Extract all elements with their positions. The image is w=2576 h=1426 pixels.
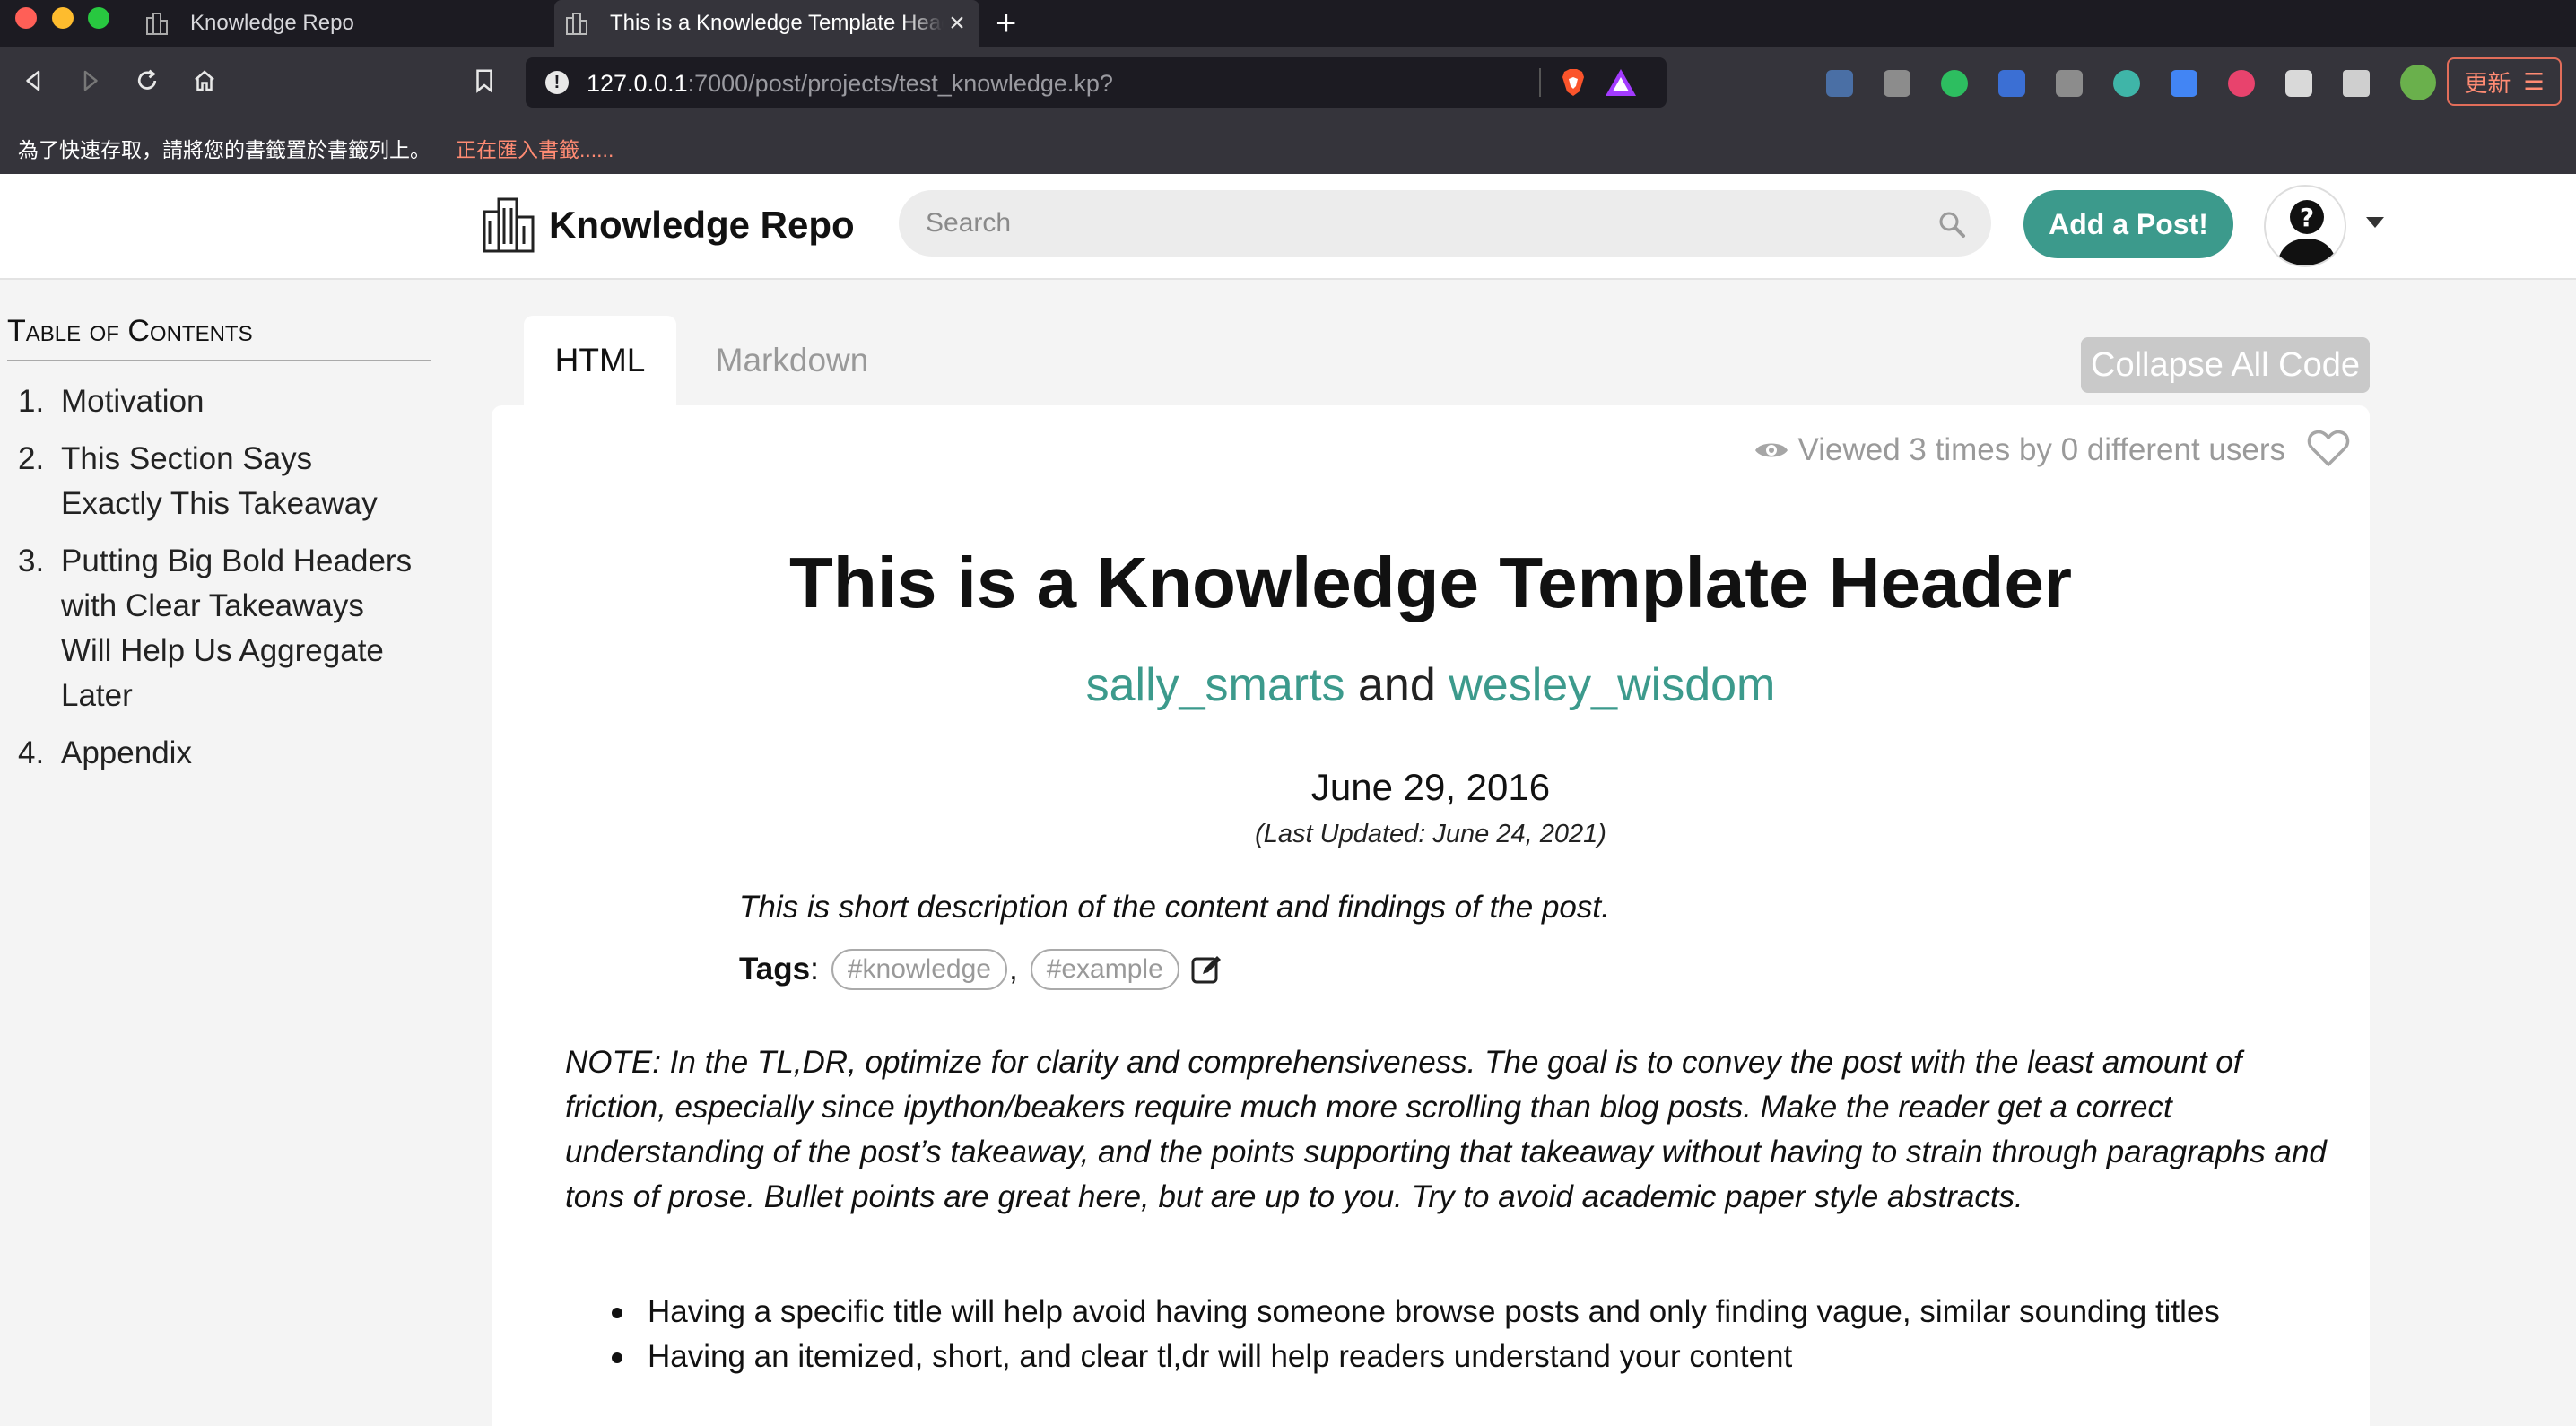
user-menu-caret-icon[interactable] xyxy=(2366,217,2384,228)
bookmarks-bar: 為了快速存取，請將您的書籤置於書籤列上。 正在匯入書籤...... xyxy=(0,117,2576,174)
toc-title: Table of Contents xyxy=(7,314,431,361)
search-icon[interactable] xyxy=(1937,210,1966,239)
toc-item-label: This Section Says Exactly This Takeaway xyxy=(61,441,378,521)
import-bookmarks-link[interactable]: 正在匯入書籤...... xyxy=(456,133,614,163)
close-window-button[interactable] xyxy=(15,7,37,29)
home-icon[interactable] xyxy=(187,63,222,99)
toc-item-number: 1. xyxy=(18,384,45,419)
extension-icon[interactable] xyxy=(2113,70,2140,97)
evernote-icon[interactable] xyxy=(1941,70,1968,97)
extension-icon[interactable] xyxy=(2285,70,2312,97)
edit-tags-icon[interactable] xyxy=(1190,952,1224,987)
list-item: Having an itemized, short, and clear tl,… xyxy=(565,1335,2346,1379)
post-tldr: This is short description of the content… xyxy=(739,890,1610,925)
authors-conjunction: and xyxy=(1358,659,1436,711)
tags-colon: : xyxy=(810,952,819,987)
reload-icon[interactable] xyxy=(129,63,165,99)
update-button[interactable]: 更新 ☰ xyxy=(2447,57,2562,106)
url-text[interactable]: 127.0.0.1:7000/post/projects/test_knowle… xyxy=(587,70,1113,98)
tldr-note: NOTE: In the TL,DR, optimize for clarity… xyxy=(565,1045,2327,1214)
tab-html[interactable]: HTML xyxy=(524,316,676,405)
knowledge-repo-logo-icon xyxy=(483,197,535,253)
tag-example[interactable]: #example xyxy=(1030,949,1179,990)
toc-item-number: 3. xyxy=(18,543,45,578)
view-count-text: Viewed 3 times by 0 different users xyxy=(1797,432,2285,467)
extension-icon[interactable] xyxy=(1826,70,1853,97)
minimize-window-button[interactable] xyxy=(52,7,74,29)
browser-toolbar: ! 127.0.0.1:7000/post/projects/test_know… xyxy=(0,47,2576,117)
view-count: Viewed 3 times by 0 different users xyxy=(1754,432,2285,468)
zoom-window-button[interactable] xyxy=(88,7,109,29)
translate-icon[interactable] xyxy=(2171,70,2197,97)
tags-label: Tags xyxy=(739,952,811,987)
menu-icon: ☰ xyxy=(2523,67,2545,95)
bookmark-bar-message: 為了快速存取，請將您的書籤置於書籤列上。 xyxy=(18,138,431,161)
eye-icon xyxy=(1754,443,1788,457)
knowledge-repo-favicon-icon xyxy=(145,11,169,36)
forward-icon[interactable] xyxy=(72,63,108,99)
author-link[interactable]: wesley_wisdom xyxy=(1449,659,1775,711)
site-logo[interactable]: Knowledge Repo xyxy=(481,196,855,255)
tldr-bullet-list: Having a specific title will help avoid … xyxy=(565,1290,2346,1379)
bookmark-icon[interactable] xyxy=(466,63,502,99)
list-item: Having a specific title will help avoid … xyxy=(565,1290,2346,1335)
tab-title: This is a Knowledge Template Header xyxy=(610,11,944,35)
toc-item-label: Appendix xyxy=(61,735,192,770)
toc-item-label: Putting Big Bold Headers with Clear Take… xyxy=(61,543,413,713)
back-icon[interactable] xyxy=(16,63,52,99)
add-post-button[interactable]: Add a Post! xyxy=(2023,190,2233,258)
address-bar[interactable]: ! 127.0.0.1:7000/post/projects/test_know… xyxy=(526,57,1667,108)
divider xyxy=(1539,68,1541,97)
site-header: Knowledge Repo Add a Post! ? xyxy=(0,174,2576,280)
post-tags: Tags: #knowledge, #example xyxy=(739,949,1224,990)
profile-avatar-icon[interactable] xyxy=(2400,65,2436,100)
tags-separator: , xyxy=(1008,952,1018,987)
close-tab-icon[interactable]: × xyxy=(944,8,970,39)
update-label: 更新 xyxy=(2464,69,2511,97)
knowledge-repo-favicon-icon xyxy=(565,11,588,36)
extension-icon[interactable] xyxy=(2056,70,2083,97)
extension-icon[interactable] xyxy=(1884,70,1910,97)
brave-rewards-icon[interactable] xyxy=(1604,66,1638,99)
search-box xyxy=(899,190,1991,257)
browser-tab-knowledge-repo[interactable]: Knowledge Repo xyxy=(135,0,547,47)
toc-item-big-bold-headers[interactable]: 3. Putting Big Bold Headers with Clear Ta… xyxy=(7,539,431,718)
toc-item-number: 4. xyxy=(18,735,45,770)
site-brand-name: Knowledge Repo xyxy=(549,204,855,246)
new-tab-icon[interactable]: + xyxy=(996,4,1016,43)
search-input[interactable] xyxy=(926,190,1912,257)
last-updated: (Last Updated: June 24, 2021) xyxy=(1255,820,1606,848)
heart-icon[interactable] xyxy=(2307,429,2350,468)
toc-item-appendix[interactable]: 4. Appendix xyxy=(7,731,431,776)
extension-icon[interactable] xyxy=(1998,70,2025,97)
post-date: June 29, 2016 xyxy=(1310,766,1551,808)
author-link[interactable]: sally_smarts xyxy=(1086,659,1345,711)
toc-item-section-takeaway[interactable]: 2. This Section Says Exactly This Takeawa… xyxy=(7,437,431,526)
unknown-user-icon: ? xyxy=(2276,200,2337,265)
table-of-contents: Table of Contents 1. Motivation 2. This Se… xyxy=(7,314,431,788)
tab-title: Knowledge Repo xyxy=(190,11,354,35)
browser-tab-bar: Knowledge Repo This is a Knowledge Templ… xyxy=(0,0,2576,47)
post-title: This is a Knowledge Template Header xyxy=(789,543,2072,622)
browser-tab-active[interactable]: This is a Knowledge Template Header × xyxy=(554,0,979,47)
site-info-icon[interactable]: ! xyxy=(545,71,569,94)
extension-icon[interactable] xyxy=(2228,70,2255,97)
post-authors: sally_smarts and wesley_wisdom xyxy=(492,658,2370,712)
extensions-puzzle-icon[interactable] xyxy=(2343,70,2370,97)
tag-knowledge[interactable]: #knowledge xyxy=(831,949,1007,990)
toc-item-label: Motivation xyxy=(61,384,205,419)
brave-shields-icon[interactable] xyxy=(1557,66,1589,99)
toc-item-number: 2. xyxy=(18,441,45,476)
collapse-all-code-button[interactable]: Collapse All Code xyxy=(2081,337,2370,393)
user-avatar[interactable]: ? xyxy=(2264,185,2346,267)
tab-markdown[interactable]: Markdown xyxy=(691,316,893,405)
toc-item-motivation[interactable]: 1. Motivation xyxy=(7,379,431,424)
svg-text:?: ? xyxy=(2300,203,2314,232)
post-card: Viewed 3 times by 0 different users This… xyxy=(492,405,2370,1426)
